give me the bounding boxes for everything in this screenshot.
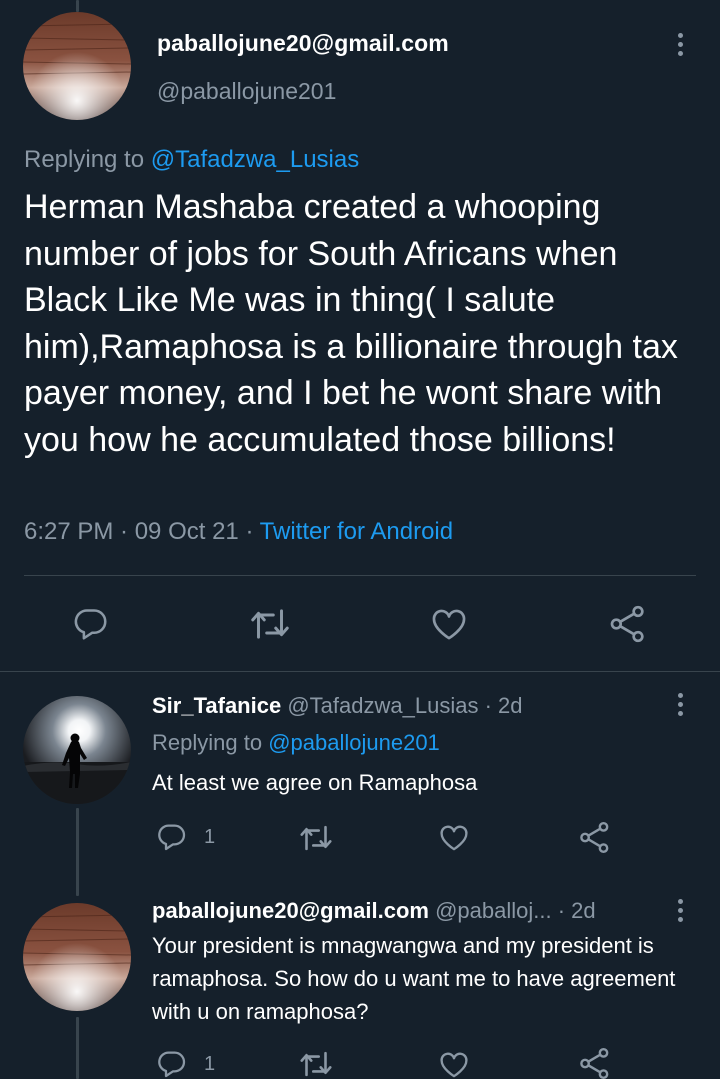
reply-author-name[interactable]: Sir_Tafanice <box>152 693 281 718</box>
main-tweet-divider <box>0 671 720 672</box>
main-replying-to: Replying to @Tafadzwa_Lusias <box>24 146 359 174</box>
like-icon[interactable] <box>428 604 470 644</box>
tweet-source-link[interactable]: Twitter for Android <box>260 518 453 545</box>
reply-2-author-avatar[interactable] <box>23 903 131 1011</box>
replying-to-link[interactable]: @paballojune201 <box>268 730 440 755</box>
reply-more-icon[interactable] <box>676 693 684 716</box>
main-author-name[interactable]: paballojune20@gmail.com <box>157 30 449 57</box>
main-more-icon[interactable] <box>676 33 684 56</box>
reply-text: At least we agree on Ramaphosa <box>152 770 478 795</box>
main-tweet-text: Herman Mashaba created a whooping number… <box>24 188 678 459</box>
reply-2-author-handle[interactable]: @paballoj... <box>435 898 552 923</box>
thread-line-reply-2 <box>76 1017 79 1079</box>
retweet-icon[interactable] <box>297 821 335 855</box>
share-icon[interactable] <box>578 820 612 855</box>
reply-count: 1 <box>204 1053 216 1075</box>
reply-icon[interactable] <box>72 605 110 643</box>
main-author-avatar[interactable] <box>23 12 131 120</box>
meta-divider <box>24 575 696 576</box>
reply-header: Sir_Tafanice @Tafadzwa_Lusias · 2d <box>152 693 522 719</box>
thread-line-top <box>76 0 79 12</box>
reply-2-text: Your president is mnagwangwa and my pres… <box>152 933 676 1024</box>
thread-line-reply <box>76 808 79 896</box>
reply-author-avatar[interactable] <box>23 696 131 804</box>
reply-age: · 2d <box>478 693 523 718</box>
replying-to-label: Replying to <box>152 730 263 755</box>
tweet-timestamp: 6:27 PM · 09 Oct 21 · <box>24 518 260 545</box>
share-icon[interactable] <box>608 603 648 645</box>
reply-2-author-name[interactable]: paballojune20@gmail.com <box>152 898 429 923</box>
reply-author-handle[interactable]: @Tafadzwa_Lusias <box>287 693 478 718</box>
reply-2-header: paballojune20@gmail.com @paballoj... · 2… <box>152 898 596 924</box>
retweet-icon[interactable] <box>297 1047 335 1079</box>
reply-count: 1 <box>204 826 216 848</box>
like-icon[interactable] <box>437 1048 471 1079</box>
replying-to-label: Replying to <box>24 146 145 173</box>
replying-to-link[interactable]: @Tafadzwa_Lusias <box>151 146 359 173</box>
like-icon[interactable] <box>437 821 471 854</box>
reply-2-age: · 2d <box>551 898 596 923</box>
reply-icon[interactable] <box>156 821 188 853</box>
main-author-handle[interactable]: @paballojune201 <box>157 78 336 105</box>
main-tweet-meta: 6:27 PM · 09 Oct 21 · Twitter for Androi… <box>24 518 453 546</box>
share-icon[interactable] <box>578 1046 612 1079</box>
retweet-icon[interactable] <box>247 604 293 644</box>
reply-icon[interactable] <box>156 1048 188 1079</box>
reply-2-more-icon[interactable] <box>676 899 684 922</box>
reply-replying-to: Replying to @paballojune201 <box>152 730 440 756</box>
